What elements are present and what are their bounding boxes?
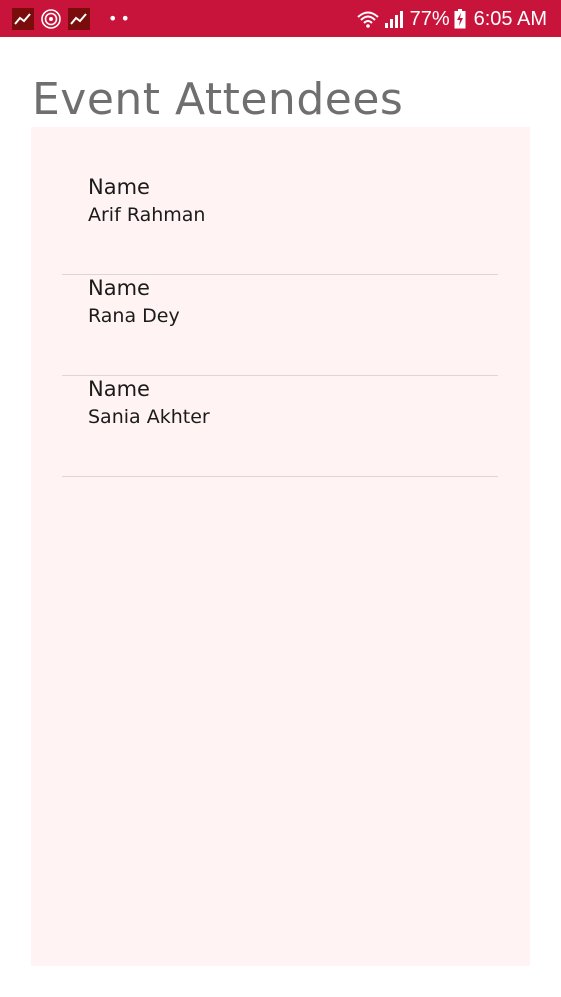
attendee-name-value: Sania Akhter <box>88 406 210 428</box>
system-status-area: 77% 6:05 AM <box>356 6 547 32</box>
signal-icon <box>384 11 403 28</box>
spiral-app-icon <box>41 9 61 29</box>
notification-area: •• <box>12 7 133 31</box>
attendee-name-value: Rana Dey <box>88 305 180 327</box>
attendee-list[interactable]: Name Arif Rahman Name Rana Dey Name Sani… <box>31 127 530 966</box>
attendee-name-label: Name <box>88 175 150 199</box>
page-title: Event Attendees <box>32 74 404 125</box>
attendee-name-value: Arif Rahman <box>88 204 206 226</box>
wifi-icon <box>356 11 379 28</box>
clock: 6:05 AM <box>473 7 547 30</box>
attendee-name-label: Name <box>88 276 150 300</box>
attendee-name-label: Name <box>88 377 150 401</box>
attendee-list-item[interactable]: Name Arif Rahman <box>62 174 498 275</box>
attendee-list-item[interactable]: Name Sania Akhter <box>62 376 498 477</box>
battery-charging-icon <box>454 9 466 29</box>
attendee-list-item[interactable]: Name Rana Dey <box>62 275 498 376</box>
more-notifications-icon: •• <box>108 9 133 28</box>
status-bar: •• 77% 6:05 AM <box>0 0 561 37</box>
battery-percent: 77% <box>409 7 450 30</box>
stocks-app-icon <box>12 8 34 30</box>
stocks-app-icon <box>68 8 90 30</box>
